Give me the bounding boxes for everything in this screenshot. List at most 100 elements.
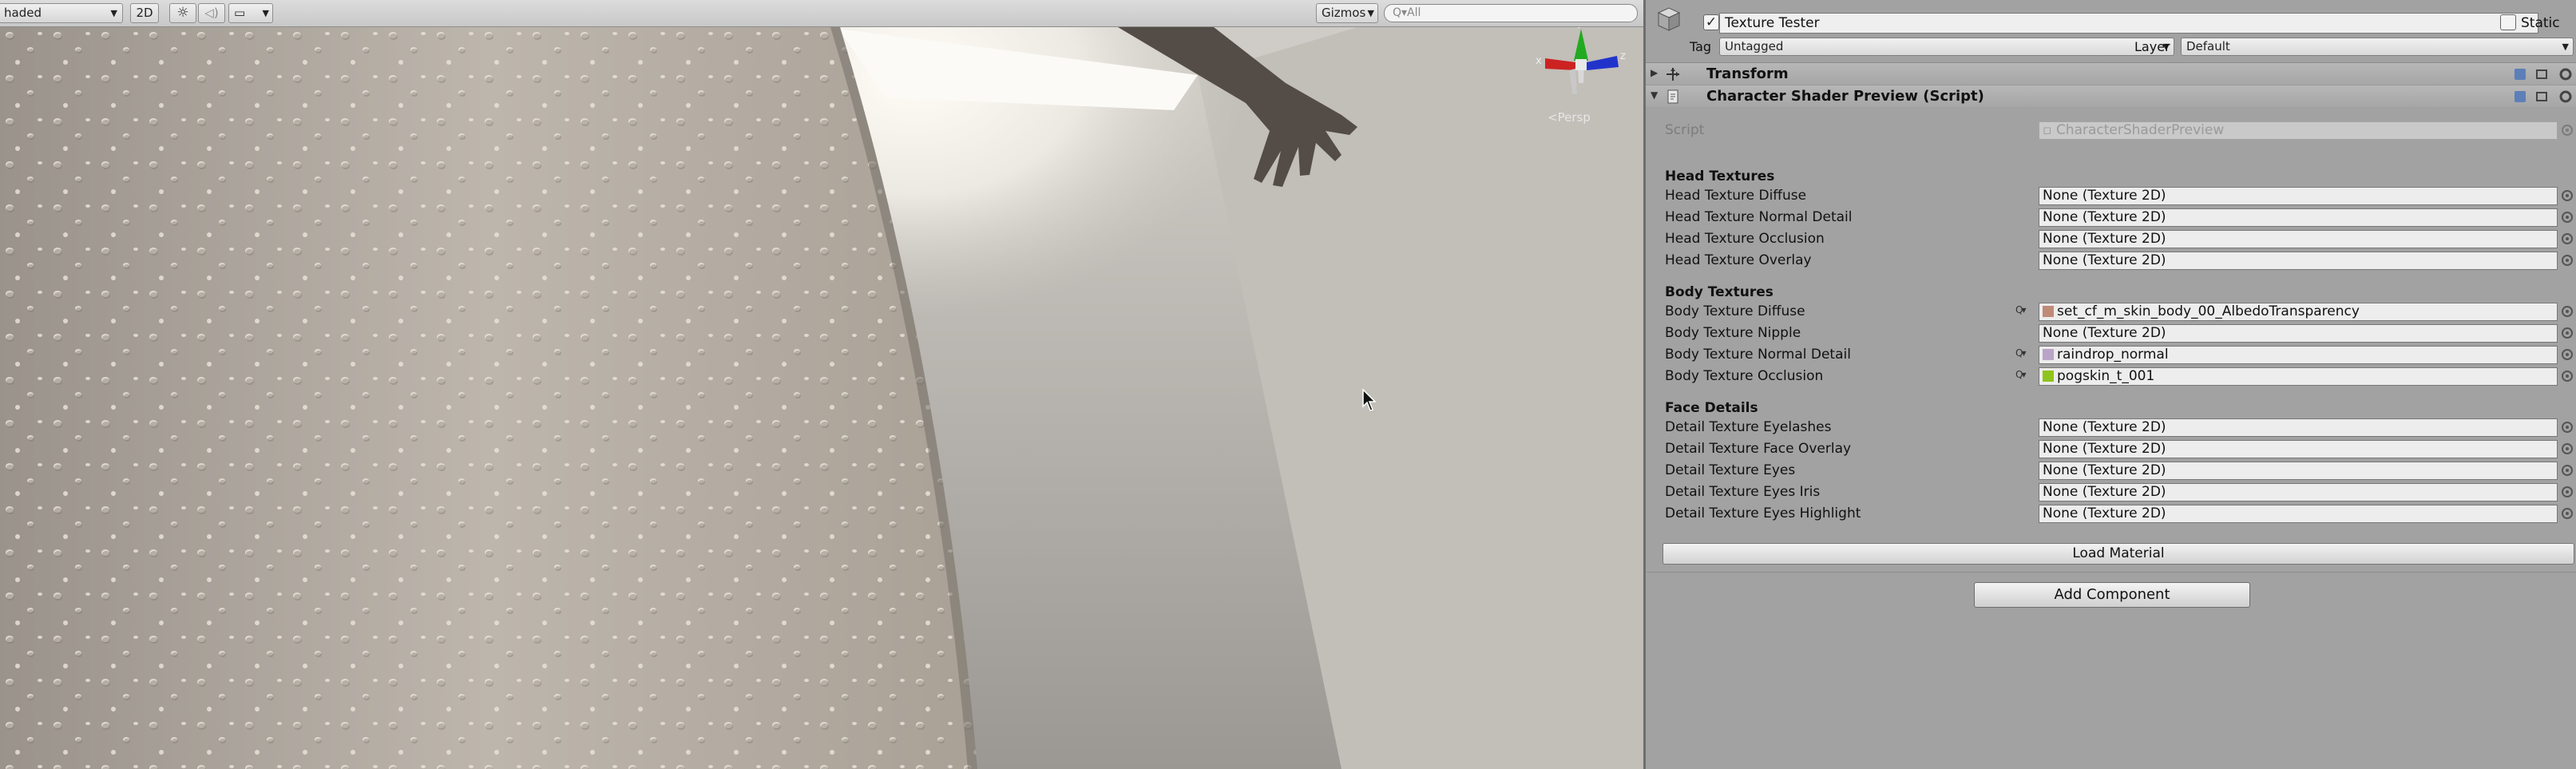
object-picker-icon[interactable] bbox=[2562, 190, 2573, 201]
property-label: Body Texture Normal Detail bbox=[1665, 347, 1851, 363]
transform-icon bbox=[1666, 68, 1679, 81]
property-label: Head Texture Normal Detail bbox=[1665, 209, 1853, 225]
texture-field[interactable]: set_cf_m_skin_body_00_AlbedoTransparency bbox=[2039, 303, 2558, 321]
gizmo-x-label: x bbox=[1536, 55, 1542, 67]
gear-icon bbox=[2559, 90, 2572, 103]
object-name-field[interactable]: Texture Tester bbox=[1719, 13, 2538, 34]
search-icon[interactable]: Q▾ bbox=[2015, 369, 2027, 380]
object-picker-icon[interactable] bbox=[2562, 255, 2573, 266]
speaker-icon: ◁) bbox=[204, 6, 219, 20]
static-checkbox[interactable] bbox=[2500, 14, 2516, 30]
layer-dropdown[interactable]: Default ▼ bbox=[2181, 38, 2574, 56]
object-picker-icon[interactable] bbox=[2562, 371, 2573, 382]
component-header-icons bbox=[2515, 68, 2572, 81]
texture-field-value: None (Texture 2D) bbox=[2043, 252, 2166, 268]
texture-thumbnail bbox=[2043, 349, 2054, 360]
character-shader-preview-header[interactable]: ▼ Character Shader Preview (Script) bbox=[1646, 85, 2576, 107]
texture-field[interactable]: None (Texture 2D) bbox=[2039, 440, 2558, 458]
texture-field[interactable]: None (Texture 2D) bbox=[2039, 252, 2558, 270]
transform-component-header[interactable]: ▶ Transform bbox=[1646, 62, 2576, 85]
object-picker-icon[interactable] bbox=[2562, 327, 2573, 339]
object-picker-icon[interactable] bbox=[2562, 508, 2573, 519]
property-label: Body Texture Occlusion bbox=[1665, 368, 1824, 384]
search-icon[interactable]: Q▾ bbox=[2015, 304, 2027, 315]
texture-field-value: None (Texture 2D) bbox=[2043, 325, 2166, 341]
texture-field[interactable]: None (Texture 2D) bbox=[2039, 324, 2558, 343]
tag-value: Untagged bbox=[1725, 39, 1784, 54]
object-picker-icon[interactable] bbox=[2562, 212, 2573, 223]
texture-field[interactable]: pogskin_t_001 bbox=[2039, 367, 2558, 386]
texture-thumbnail bbox=[2043, 306, 2054, 317]
tag-label: Tag bbox=[1690, 39, 1712, 54]
object-picker-icon[interactable] bbox=[2562, 486, 2573, 497]
texture-field[interactable]: raindrop_normal bbox=[2039, 346, 2558, 364]
object-picker-icon[interactable] bbox=[2562, 465, 2573, 476]
object-picker-icon[interactable] bbox=[2562, 306, 2573, 317]
scene-effects-dropdown[interactable]: ▭ ▼ bbox=[228, 3, 273, 23]
object-picker-icon[interactable] bbox=[2562, 422, 2573, 433]
object-picker-icon[interactable] bbox=[2562, 349, 2573, 360]
wall-texture bbox=[0, 27, 977, 769]
texture-field-value: None (Texture 2D) bbox=[2043, 209, 2166, 225]
texture-field[interactable]: None (Texture 2D) bbox=[2039, 187, 2558, 205]
static-label: Static bbox=[2521, 15, 2560, 31]
property-label: Detail Texture Eyes Iris bbox=[1665, 484, 1821, 500]
object-picker-icon bbox=[2562, 125, 2573, 136]
gizmo-z-cone[interactable] bbox=[1587, 56, 1619, 70]
layer-value: Default bbox=[2186, 39, 2230, 54]
texture-field[interactable]: None (Texture 2D) bbox=[2039, 483, 2558, 501]
texture-field-value: None (Texture 2D) bbox=[2043, 231, 2166, 247]
texture-thumbnail bbox=[2043, 371, 2054, 382]
gizmo-back-cone bbox=[1569, 69, 1577, 94]
scene-viewport[interactable] bbox=[0, 27, 1643, 769]
texture-field[interactable]: None (Texture 2D) bbox=[2039, 505, 2558, 523]
scene-search-input[interactable]: Q▾All bbox=[1384, 4, 1638, 22]
gear-icon bbox=[2559, 68, 2572, 81]
gizmos-label: Gizmos bbox=[1322, 6, 1366, 20]
property-label: Detail Texture Eyes bbox=[1665, 462, 1796, 478]
help-icon bbox=[2515, 91, 2526, 102]
texture-field[interactable]: None (Texture 2D) bbox=[2039, 208, 2558, 227]
texture-field-value: None (Texture 2D) bbox=[2043, 441, 2166, 457]
search-icon[interactable]: Q▾ bbox=[2015, 347, 2027, 359]
dropdown-arrow-icon: ▼ bbox=[262, 8, 269, 18]
texture-field[interactable]: None (Texture 2D) bbox=[2039, 418, 2558, 437]
script-label: Script bbox=[1665, 122, 1705, 138]
sun-icon: ☼ bbox=[176, 5, 189, 21]
gizmo-y-cone[interactable] bbox=[1574, 29, 1588, 61]
tag-dropdown[interactable]: Untagged ▼ bbox=[1719, 38, 2174, 56]
projection-toggle[interactable]: <Persp bbox=[1548, 110, 1591, 125]
section-face-details: Face Details bbox=[1665, 400, 1758, 416]
load-material-button[interactable]: Load Material bbox=[1663, 543, 2574, 565]
preset-icon bbox=[2536, 92, 2547, 101]
scene-view[interactable]: haded ▼ 2D ☼ ◁) ▭ ▼ Gizmos ▼ Q▾All x z <… bbox=[0, 0, 1643, 769]
help-icon bbox=[2515, 69, 2526, 80]
dropdown-arrow-icon: ▼ bbox=[110, 8, 117, 18]
transform-title: Transform bbox=[1706, 65, 1789, 82]
gizmos-dropdown[interactable]: Gizmos ▼ bbox=[1316, 3, 1378, 23]
property-label: Head Texture Overlay bbox=[1665, 252, 1812, 268]
gizmo-x-cone[interactable] bbox=[1545, 58, 1575, 70]
foldout-expanded-icon[interactable]: ▼ bbox=[1651, 89, 1658, 101]
scene-audio-toggle[interactable]: ◁) bbox=[198, 3, 225, 23]
property-label: Head Texture Occlusion bbox=[1665, 231, 1825, 247]
add-component-button[interactable]: Add Component bbox=[1974, 582, 2250, 608]
active-checkbox[interactable]: ✓ bbox=[1703, 14, 1719, 30]
property-label: Body Texture Nipple bbox=[1665, 325, 1801, 341]
image-icon: ▭ bbox=[234, 6, 246, 20]
gameobject-cube-icon bbox=[1657, 7, 1681, 31]
scene-lighting-toggle[interactable]: ☼ bbox=[169, 3, 196, 23]
object-picker-icon[interactable] bbox=[2562, 233, 2573, 244]
gizmo-center-cube[interactable] bbox=[1575, 59, 1587, 70]
mode-2d-toggle[interactable]: 2D bbox=[130, 3, 159, 23]
divider bbox=[1646, 572, 2576, 573]
section-body-textures: Body Textures bbox=[1665, 284, 1773, 300]
draw-mode-dropdown[interactable]: haded ▼ bbox=[0, 3, 123, 23]
object-picker-icon[interactable] bbox=[2562, 443, 2573, 454]
foldout-collapsed-icon[interactable]: ▶ bbox=[1651, 67, 1658, 78]
texture-field[interactable]: None (Texture 2D) bbox=[2039, 230, 2558, 248]
texture-field[interactable]: None (Texture 2D) bbox=[2039, 462, 2558, 480]
texture-field-value: None (Texture 2D) bbox=[2043, 462, 2166, 478]
character-shader-preview-title: Character Shader Preview (Script) bbox=[1706, 88, 1984, 105]
draw-mode-label: haded bbox=[4, 6, 42, 20]
